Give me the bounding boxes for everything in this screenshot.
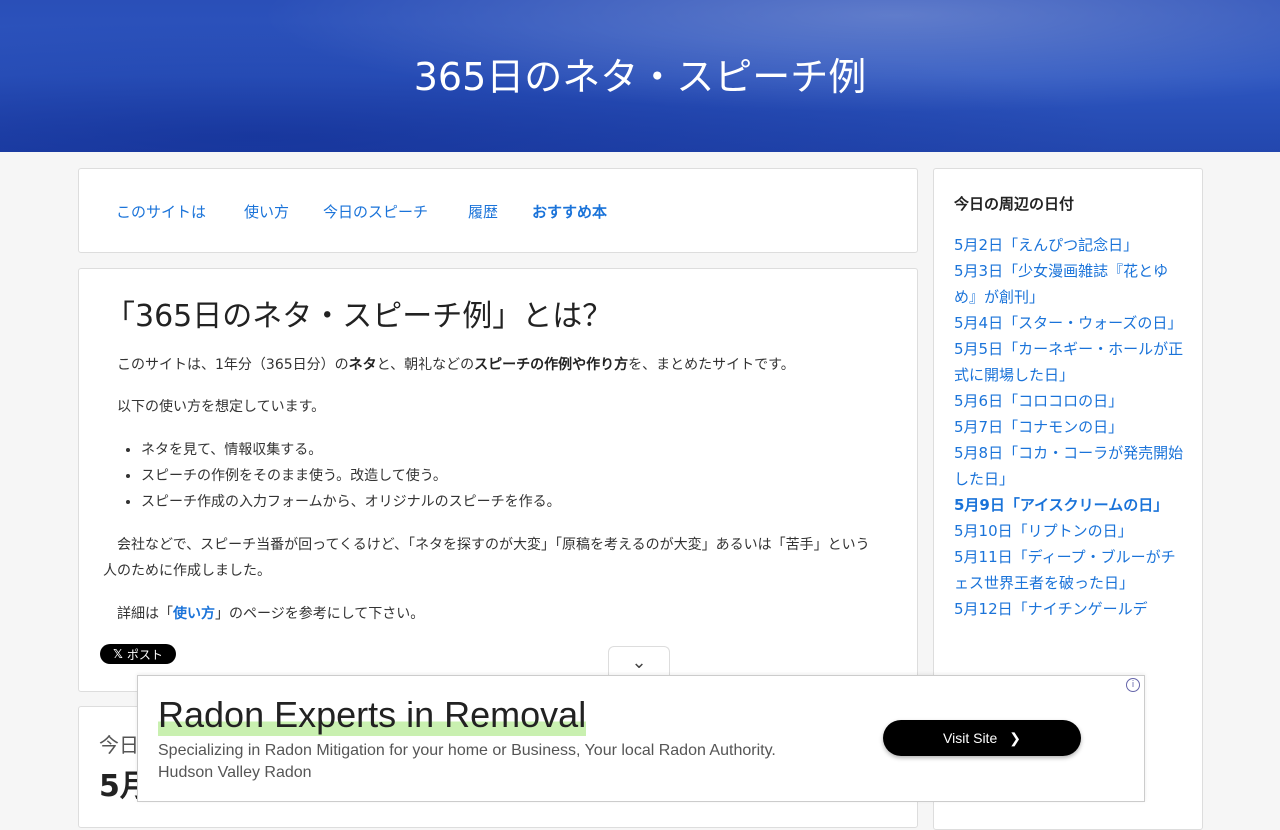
nav-bar: このサイトは 使い方 今日のスピーチ 履歴 おすすめ本 <box>78 168 918 253</box>
date-list-item: 5月12日「ナイチンゲールデ <box>954 596 1184 622</box>
usage-intro: 以下の使い方を想定しています。 <box>117 399 326 415</box>
ad-advertiser: Hudson Valley Radon <box>158 764 312 781</box>
article-title: 「365日のネタ・スピーチ例」とは？ <box>105 299 613 334</box>
ad-banner[interactable]: Radon Experts in Removal Specializing in… <box>137 675 1145 802</box>
date-list-item: 5月2日「えんぴつ記念日」 <box>954 232 1184 258</box>
nav-about[interactable]: このサイトは <box>116 201 206 222</box>
date-link[interactable]: 5月7日「コナモンの日」 <box>954 418 1123 436</box>
chevron-right-icon: ❯ <box>1009 729 1021 746</box>
date-list-item: 5月6日「コロコロの日」 <box>954 388 1184 414</box>
sidebar-title: 今日の周辺の日付 <box>954 195 1075 213</box>
ad-description: Specializing in Radon Mitigation for you… <box>158 742 776 759</box>
today-label: 今日 <box>99 733 139 757</box>
date-link[interactable]: 5月11日「ディープ・ブルーがチェス世界王者を破った日」 <box>954 548 1176 592</box>
detail-paragraph: 詳細は「使い方」のページを参考にして下さい。 <box>117 606 425 622</box>
date-list-item-current: 5月9日「アイスクリームの日」 <box>954 492 1184 518</box>
chevron-down-icon: ⌄ <box>631 651 647 673</box>
date-link[interactable]: 5月10日「リプトンの日」 <box>954 522 1133 540</box>
date-link[interactable]: 5月2日「えんぴつ記念日」 <box>954 236 1138 254</box>
nav-recommended-books[interactable]: おすすめ本 <box>532 201 607 222</box>
list-item: スピーチの作例をそのまま使う。改造して使う。 <box>141 463 561 489</box>
intro-paragraph: このサイトは、1年分（365日分）のネタと、朝礼などのスピーチの作例や作り方を、… <box>117 357 795 373</box>
usage-link[interactable]: 使い方 <box>173 606 215 622</box>
list-item: ネタを見て、情報収集する。 <box>141 437 561 463</box>
date-link[interactable]: 5月4日「スター・ウォーズの日」 <box>954 314 1182 332</box>
date-link[interactable]: 5月12日「ナイチンゲールデ <box>954 600 1148 618</box>
x-post-button[interactable]: 𝕏 ポスト <box>100 644 176 664</box>
date-list-item: 5月4日「スター・ウォーズの日」 <box>954 310 1184 336</box>
usage-list: ネタを見て、情報収集する。 スピーチの作例をそのまま使う。改造して使う。 スピー… <box>117 437 561 515</box>
x-logo-icon: 𝕏 <box>113 647 123 661</box>
date-link[interactable]: 5月5日「カーネギー・ホールが正式に開場した日」 <box>954 340 1183 384</box>
date-link[interactable]: 5月6日「コロコロの日」 <box>954 392 1123 410</box>
date-link[interactable]: 5月3日「少女漫画雑誌『花とゆめ』が創刊」 <box>954 262 1168 306</box>
article-card: 「365日のネタ・スピーチ例」とは？ このサイトは、1年分（365日分）のネタと… <box>78 268 918 692</box>
nav-history[interactable]: 履歴 <box>468 201 498 222</box>
ad-collapse-button[interactable]: ⌄ <box>608 646 670 677</box>
date-list-item: 5月5日「カーネギー・ホールが正式に開場した日」 <box>954 336 1184 388</box>
site-header: 365日のネタ・スピーチ例 <box>0 0 1280 152</box>
nav-today-speech[interactable]: 今日のスピーチ <box>323 201 428 222</box>
ad-headline[interactable]: Radon Experts in Removal <box>158 694 587 736</box>
date-list-item: 5月3日「少女漫画雑誌『花とゆめ』が創刊」 <box>954 258 1184 310</box>
date-list: 5月2日「えんぴつ記念日」 5月3日「少女漫画雑誌『花とゆめ』が創刊」 5月4日… <box>954 232 1184 622</box>
nav-usage[interactable]: 使い方 <box>244 201 289 222</box>
date-list-item: 5月7日「コナモンの日」 <box>954 414 1184 440</box>
site-title[interactable]: 365日のネタ・スピーチ例 <box>0 46 1280 101</box>
purpose-paragraph: 会社などで、スピーチ当番が回ってくるけど、「ネタを探すのが大変」「原稿を考えるの… <box>103 537 870 579</box>
date-link[interactable]: 5月8日「コカ・コーラが発売開始した日」 <box>954 444 1183 488</box>
date-list-item: 5月11日「ディープ・ブルーがチェス世界王者を破った日」 <box>954 544 1184 596</box>
list-item: スピーチ作成の入力フォームから、オリジナルのスピーチを作る。 <box>141 489 561 515</box>
date-link-current[interactable]: 5月9日「アイスクリームの日」 <box>954 496 1168 514</box>
date-list-item: 5月8日「コカ・コーラが発売開始した日」 <box>954 440 1184 492</box>
date-list-item: 5月10日「リプトンの日」 <box>954 518 1184 544</box>
info-icon[interactable]: i <box>1126 678 1140 692</box>
visit-site-button[interactable]: Visit Site ❯ <box>883 720 1081 756</box>
